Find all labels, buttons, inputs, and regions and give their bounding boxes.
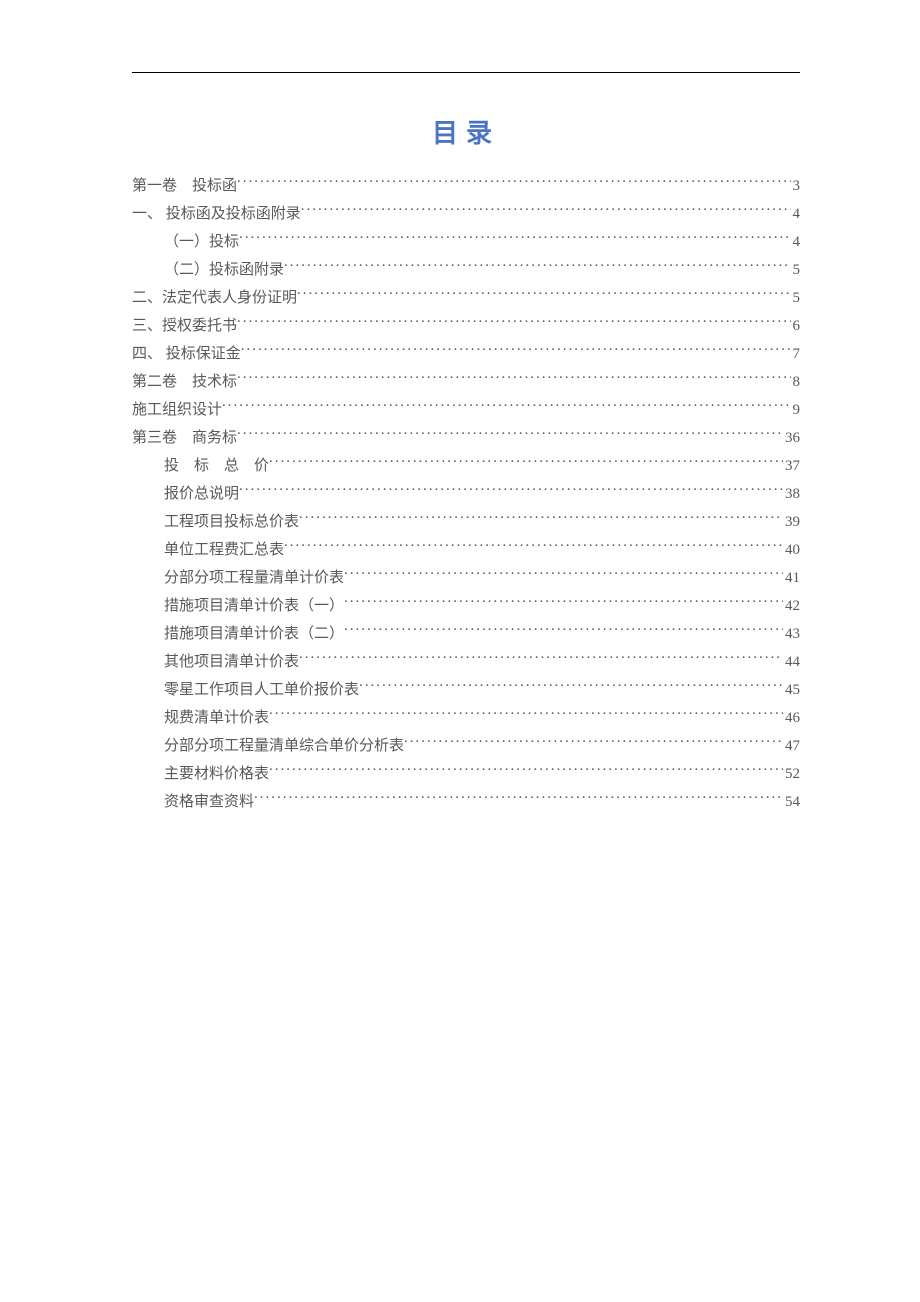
toc-entry: 报价总说明 38	[132, 482, 800, 506]
toc-entry-label: 资格审查资料	[164, 790, 254, 814]
toc-entry-page: 6	[791, 314, 801, 338]
toc-entry-page: 3	[791, 174, 801, 198]
toc-entry: 投 标 总 价 37	[132, 454, 800, 478]
toc-entry: 分部分项工程量清单计价表 41	[132, 566, 800, 590]
toc-entry-page: 40	[783, 538, 800, 562]
toc-entry-label: 四、 投标保证金	[132, 342, 241, 366]
toc-entry-page: 7	[791, 342, 801, 366]
toc-leader-dots	[241, 343, 791, 358]
toc-leader-dots	[404, 735, 783, 750]
toc-entry-label: 报价总说明	[164, 482, 239, 506]
toc-entry-page: 54	[783, 790, 800, 814]
toc-entry-label: 第三卷 商务标	[132, 426, 237, 450]
toc-entry-page: 4	[791, 230, 801, 254]
toc-entry-page: 36	[783, 426, 800, 450]
toc-entry-label: 二、法定代表人身份证明	[132, 286, 297, 310]
toc-entry: 主要材料价格表 52	[132, 762, 800, 786]
toc-entry-page: 42	[783, 594, 800, 618]
toc-entry-page: 37	[783, 454, 800, 478]
toc-entry: 分部分项工程量清单综合单价分析表 47	[132, 734, 800, 758]
toc-entry-page: 5	[791, 286, 801, 310]
toc-entry: 施工组织设计 9	[132, 398, 800, 422]
toc-entry-label: 工程项目投标总价表	[164, 510, 299, 534]
toc-leader-dots	[239, 483, 783, 498]
toc-entry-label: 单位工程费汇总表	[164, 538, 284, 562]
toc-leader-dots	[222, 399, 790, 414]
toc-entry-label: 分部分项工程量清单计价表	[164, 566, 344, 590]
toc-title: 目录	[132, 113, 800, 150]
toc-leader-dots	[269, 707, 783, 722]
toc-leader-dots	[237, 371, 790, 386]
toc-entry-label: 三、授权委托书	[132, 314, 237, 338]
toc-entry: 四、 投标保证金 7	[132, 342, 800, 366]
toc-leader-dots	[344, 595, 783, 610]
toc-entry-label: 措施项目清单计价表（二）	[164, 622, 344, 646]
toc-entry-label: 施工组织设计	[132, 398, 222, 422]
toc-entry: 第三卷 商务标 36	[132, 426, 800, 450]
toc-entry-label: 措施项目清单计价表（一）	[164, 594, 344, 618]
toc-leader-dots	[344, 623, 783, 638]
toc-leader-dots	[299, 651, 783, 666]
toc-entry-label: 零星工作项目人工单价报价表	[164, 678, 359, 702]
header-rule	[132, 72, 800, 73]
toc-leader-dots	[237, 427, 783, 442]
toc-entry-label: （二）投标函附录	[164, 258, 284, 282]
toc-leader-dots	[359, 679, 783, 694]
toc-entry-page: 47	[783, 734, 800, 758]
toc-entry-page: 44	[783, 650, 800, 674]
toc-entry: 单位工程费汇总表 40	[132, 538, 800, 562]
toc-leader-dots	[254, 791, 783, 806]
toc-entry: 其他项目清单计价表 44	[132, 650, 800, 674]
toc-leader-dots	[297, 287, 790, 302]
toc-entry-page: 46	[783, 706, 800, 730]
toc-entry: 工程项目投标总价表 39	[132, 510, 800, 534]
toc-entry-label: 投 标 总 价	[164, 454, 269, 478]
toc-entry-label: （一）投标	[164, 230, 239, 254]
toc-entry-page: 39	[783, 510, 800, 534]
toc-leader-dots	[237, 175, 790, 190]
toc-entry: 措施项目清单计价表（一） 42	[132, 594, 800, 618]
toc-entry-label: 一、 投标函及投标函附录	[132, 202, 301, 226]
toc-entry-label: 分部分项工程量清单综合单价分析表	[164, 734, 404, 758]
toc-entry: 二、法定代表人身份证明 5	[132, 286, 800, 310]
toc-entry: 第二卷 技术标 8	[132, 370, 800, 394]
toc-entry-page: 52	[783, 762, 800, 786]
toc-leader-dots	[344, 567, 783, 582]
toc-entry-page: 38	[783, 482, 800, 506]
toc-entry: 规费清单计价表 46	[132, 706, 800, 730]
toc-leader-dots	[299, 511, 783, 526]
toc-entry-page: 4	[791, 202, 801, 226]
toc-entry: 一、 投标函及投标函附录 4	[132, 202, 800, 226]
toc-leader-dots	[284, 539, 783, 554]
toc-entry-page: 9	[791, 398, 801, 422]
toc-entry-label: 第一卷 投标函	[132, 174, 237, 198]
toc-entry-label: 主要材料价格表	[164, 762, 269, 786]
toc-entry-page: 43	[783, 622, 800, 646]
toc-entry-page: 5	[791, 258, 801, 282]
toc-entry: （二）投标函附录 5	[132, 258, 800, 282]
toc-entry: 三、授权委托书 6	[132, 314, 800, 338]
toc-entry: 资格审查资料 54	[132, 790, 800, 814]
toc-entry-page: 8	[791, 370, 801, 394]
toc-entry-label: 其他项目清单计价表	[164, 650, 299, 674]
toc-entry-page: 45	[783, 678, 800, 702]
document-page: 目录 第一卷 投标函3一、 投标函及投标函附录4（一）投标4（二）投标函附录5二…	[0, 0, 920, 814]
toc-entry: 措施项目清单计价表（二） 43	[132, 622, 800, 646]
toc-entry: 第一卷 投标函 3	[132, 174, 800, 198]
toc-leader-dots	[269, 763, 783, 778]
table-of-contents: 第一卷 投标函3一、 投标函及投标函附录4（一）投标4（二）投标函附录5二、法定…	[132, 174, 800, 814]
toc-leader-dots	[301, 203, 791, 218]
toc-leader-dots	[237, 315, 790, 330]
toc-leader-dots	[269, 455, 783, 470]
toc-entry: （一）投标 4	[132, 230, 800, 254]
toc-entry-label: 规费清单计价表	[164, 706, 269, 730]
toc-leader-dots	[284, 259, 790, 274]
toc-leader-dots	[239, 231, 790, 246]
toc-entry: 零星工作项目人工单价报价表 45	[132, 678, 800, 702]
toc-entry-page: 41	[783, 566, 800, 590]
toc-entry-label: 第二卷 技术标	[132, 370, 237, 394]
